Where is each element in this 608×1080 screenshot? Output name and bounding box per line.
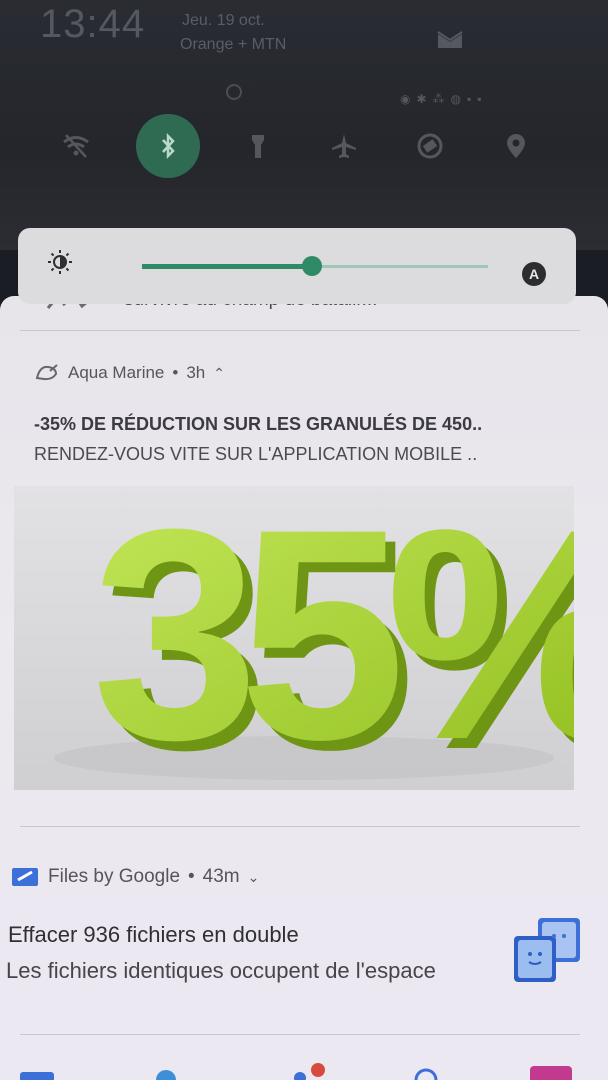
divider bbox=[20, 826, 580, 827]
promo-image-text: 35% bbox=[92, 486, 574, 790]
brightness-slider-thumb[interactable] bbox=[302, 256, 322, 276]
location-icon bbox=[507, 134, 525, 158]
date-label: Jeu. 19 oct. bbox=[182, 12, 265, 29]
airplane-icon bbox=[332, 134, 356, 158]
quick-settings-row bbox=[0, 114, 608, 198]
notification-shade: 13:44 Jeu. 19 oct. Orange + MTN ◉✱⁂◍▪▪ bbox=[0, 0, 608, 250]
wifi-toggle[interactable] bbox=[44, 114, 108, 178]
files-app-icon bbox=[12, 868, 38, 886]
chevron-down-icon[interactable]: ⌄ bbox=[248, 869, 260, 886]
rotation-toggle[interactable] bbox=[398, 114, 462, 178]
brightness-card bbox=[18, 228, 576, 304]
aqua-marine-app-icon bbox=[35, 364, 58, 381]
divider bbox=[20, 330, 580, 331]
bluetooth-toggle[interactable] bbox=[136, 114, 200, 178]
auto-rotate-icon bbox=[417, 133, 443, 159]
files-title[interactable]: Effacer 936 fichiers en double bbox=[8, 922, 299, 948]
carrier-label: Orange + MTN bbox=[180, 36, 287, 53]
files-time: 43m bbox=[202, 866, 240, 887]
bottom-app-icons bbox=[20, 1063, 572, 1080]
promo-image[interactable]: 35% 35% bbox=[14, 486, 574, 790]
location-toggle[interactable] bbox=[484, 114, 548, 178]
files-body[interactable]: Les fichiers identiques occupent de l'es… bbox=[6, 958, 436, 984]
aqua-marine-header[interactable]: Aqua Marine • 3h ⌃ bbox=[34, 362, 225, 384]
duplicate-files-icon bbox=[514, 918, 580, 982]
flashlight-icon bbox=[252, 135, 264, 158]
flashlight-toggle[interactable] bbox=[226, 114, 290, 178]
bluetooth-icon bbox=[162, 132, 175, 160]
shade-handle bbox=[226, 84, 242, 100]
chevron-up-icon[interactable]: ⌃ bbox=[213, 365, 225, 382]
aqua-marine-body[interactable]: RENDEZ-VOUS VITE SUR L'APPLICATION MOBIL… bbox=[34, 444, 477, 465]
separator-dot: • bbox=[188, 866, 195, 887]
separator-dot: • bbox=[172, 363, 179, 382]
files-header[interactable]: Files by Google • 43m ⌄ bbox=[10, 866, 259, 888]
aqua-marine-time: 3h bbox=[186, 363, 206, 382]
airplane-toggle[interactable] bbox=[312, 114, 376, 178]
wifi-off-icon bbox=[63, 134, 89, 158]
brightness-icon bbox=[48, 250, 72, 274]
files-app-name: Files by Google bbox=[48, 866, 181, 887]
brightness-slider-fill bbox=[142, 264, 312, 269]
status-icons: ◉✱⁂◍▪▪ bbox=[400, 92, 488, 106]
mail-icon[interactable] bbox=[436, 28, 464, 50]
aqua-marine-title[interactable]: -35% DE RÉDUCTION SUR LES GRANULÉS DE 45… bbox=[34, 414, 482, 435]
auto-brightness-button[interactable]: A bbox=[522, 262, 546, 286]
divider bbox=[20, 1034, 580, 1035]
aqua-marine-app-name: Aqua Marine bbox=[68, 363, 165, 382]
clock: 13:44 bbox=[40, 2, 146, 46]
